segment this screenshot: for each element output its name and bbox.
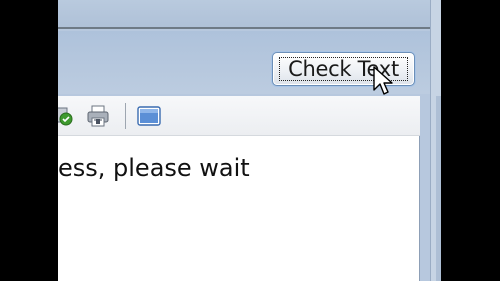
app-window: Check Text ess, please wait <box>58 0 441 281</box>
check-text-button[interactable]: Check Text <box>272 52 415 86</box>
letterbox-left <box>0 0 58 281</box>
letterbox-right <box>441 0 500 281</box>
top-panel <box>58 0 430 29</box>
top-panel-fill <box>58 0 430 27</box>
check-text-button-label: Check Text <box>288 57 399 81</box>
window-view-icon[interactable] <box>136 103 162 129</box>
editor-panel[interactable]: ess, please wait <box>58 96 420 281</box>
editor-toolbar <box>58 96 420 136</box>
print-icon[interactable] <box>85 103 111 129</box>
save-green-icon[interactable] <box>58 103 76 129</box>
toolbar-separator <box>125 103 126 129</box>
right-frame-inner <box>436 96 441 281</box>
editor-text[interactable]: ess, please wait <box>58 154 250 182</box>
